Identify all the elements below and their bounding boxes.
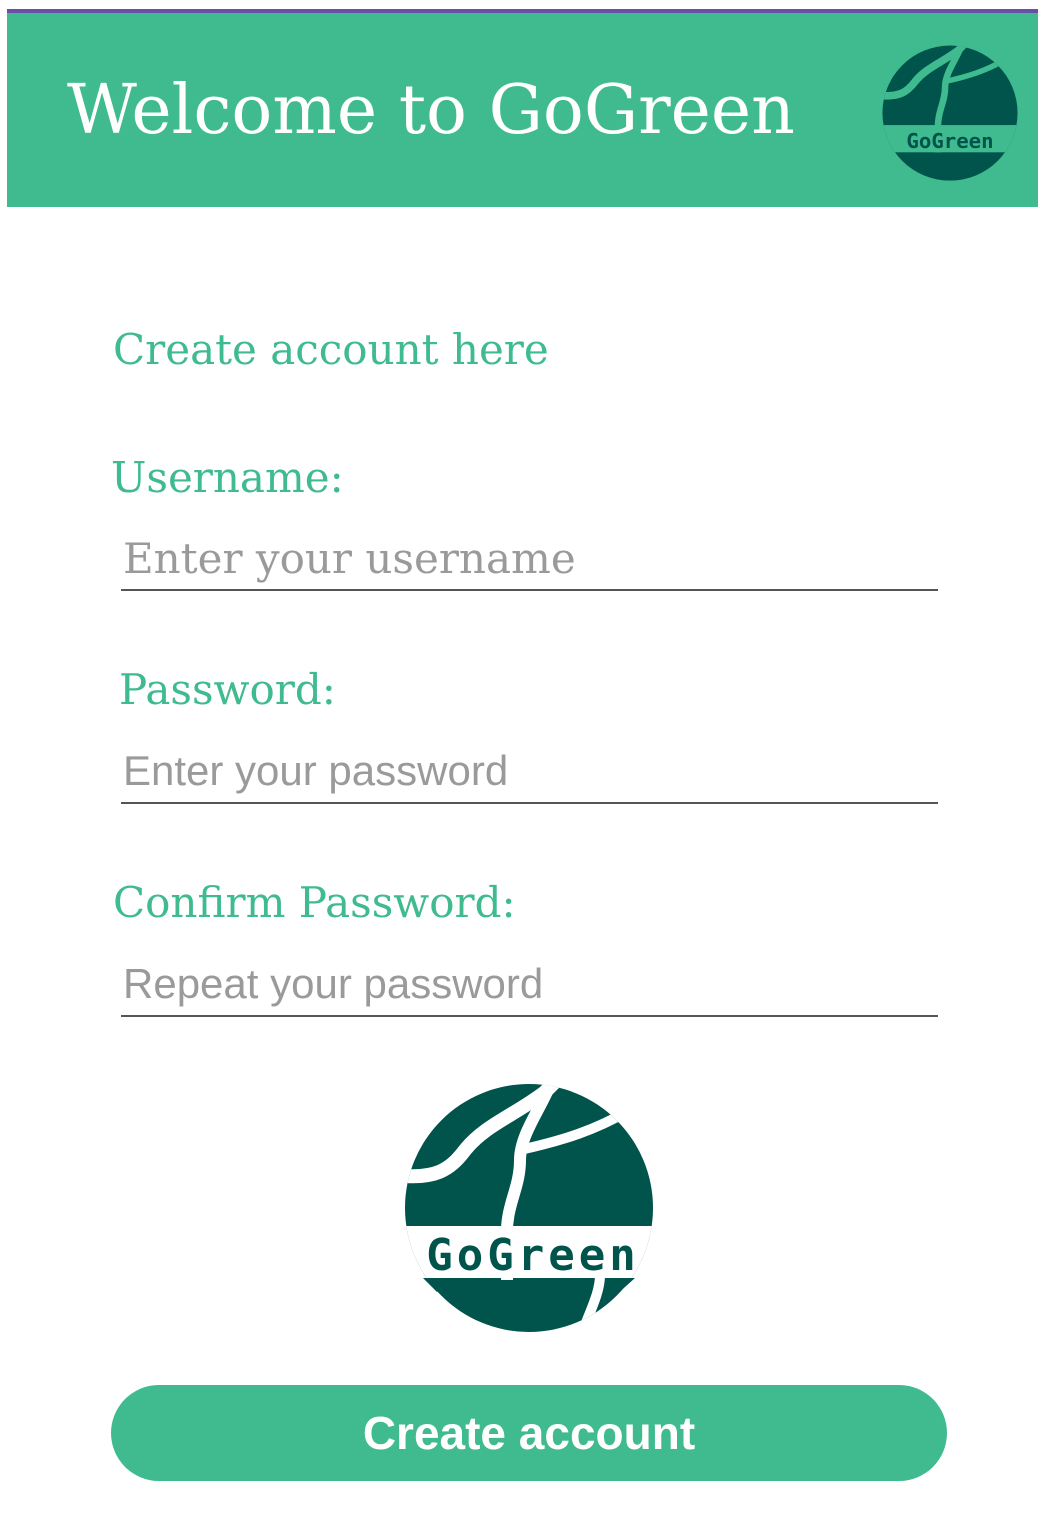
password-input[interactable] (121, 740, 938, 804)
status-bar (0, 0, 1038, 13)
header-title: Welcome to GoGreen (67, 71, 795, 150)
create-account-heading: Create account here (113, 325, 549, 374)
confirm-password-label: Confirm Password: (113, 878, 516, 927)
gogreen-logo-icon: GoGreen (882, 45, 1018, 181)
password-label: Password: (119, 665, 336, 714)
confirm-password-input[interactable] (121, 953, 938, 1017)
header-logo-text: GoGreen (906, 129, 993, 153)
username-input[interactable] (121, 527, 938, 591)
username-label: Username: (111, 453, 344, 502)
create-account-button[interactable]: Create account (111, 1385, 947, 1481)
app-header: Welcome to GoGreen GoGreen (7, 13, 1038, 207)
logo-text: GoGreen (426, 1230, 639, 1281)
gogreen-globe-logo-icon: GoGreen (405, 1084, 653, 1332)
